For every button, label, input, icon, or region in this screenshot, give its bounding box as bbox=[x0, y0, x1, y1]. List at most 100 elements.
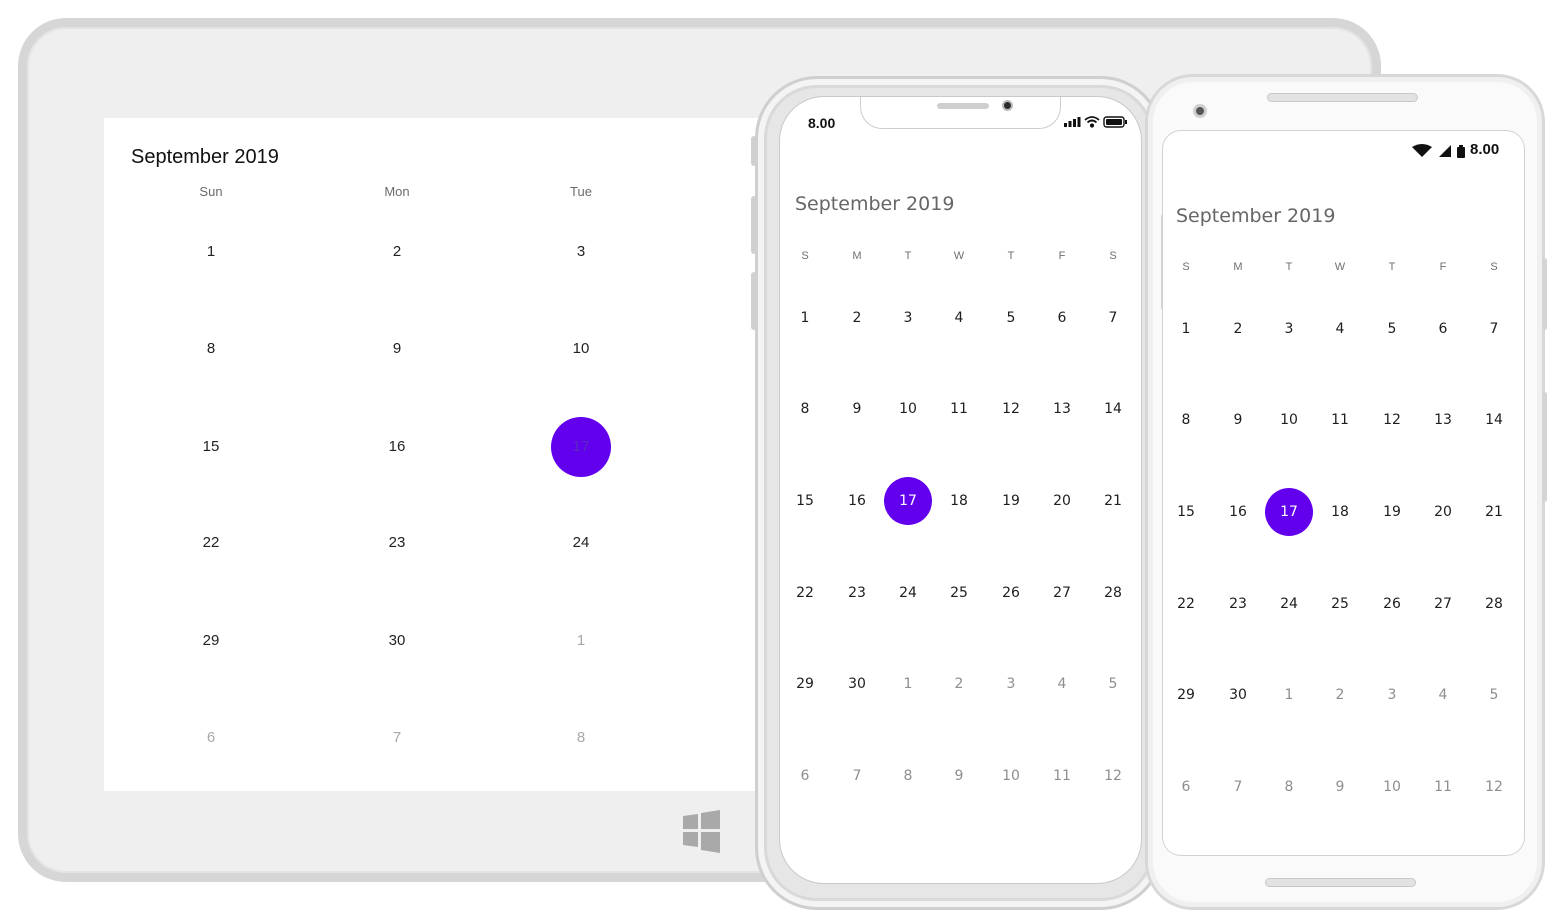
calendar-day-cell[interactable]: 24 bbox=[884, 569, 932, 617]
calendar-day-cell[interactable]: 13 bbox=[1419, 396, 1467, 444]
iphone-volume-up[interactable] bbox=[751, 196, 757, 254]
calendar-day-cell[interactable]: 20 bbox=[1038, 477, 1086, 525]
calendar-day-cell[interactable]: 30 bbox=[1214, 671, 1262, 719]
calendar-day-cell[interactable]: 23 bbox=[1214, 580, 1262, 628]
calendar-day-cell[interactable]: 8 bbox=[781, 385, 829, 433]
calendar-day-cell[interactable]: 16 bbox=[367, 417, 427, 477]
calendar-day-cell[interactable]: 24 bbox=[1265, 580, 1313, 628]
calendar-day-cell[interactable]: 2 bbox=[367, 222, 427, 282]
iphone-volume-down[interactable] bbox=[751, 272, 757, 330]
calendar-day-cell[interactable]: 4 bbox=[935, 294, 983, 342]
calendar-day-cell[interactable]: 3 bbox=[1368, 671, 1416, 719]
calendar-day-cell[interactable]: 2 bbox=[1316, 671, 1364, 719]
calendar-day-cell[interactable]: 4 bbox=[1038, 660, 1086, 708]
calendar-day-cell[interactable]: 16 bbox=[833, 477, 881, 525]
calendar-day-cell[interactable]: 3 bbox=[1265, 305, 1313, 353]
calendar-day-cell[interactable]: 25 bbox=[1316, 580, 1364, 628]
calendar-day-cell[interactable]: 29 bbox=[181, 611, 241, 671]
calendar-day-cell[interactable]: 12 bbox=[1470, 763, 1518, 811]
calendar-day-cell[interactable]: 22 bbox=[781, 569, 829, 617]
calendar-day-cell[interactable]: 10 bbox=[1265, 396, 1313, 444]
calendar-day-cell[interactable]: 25 bbox=[935, 569, 983, 617]
calendar-day-cell[interactable]: 15 bbox=[781, 477, 829, 525]
selected-day-cell[interactable]: 17 bbox=[884, 477, 932, 525]
calendar-day-cell[interactable]: 7 bbox=[833, 752, 881, 800]
calendar-day-cell[interactable]: 5 bbox=[1089, 660, 1137, 708]
calendar-day-cell[interactable]: 10 bbox=[884, 385, 932, 433]
calendar-day-cell[interactable]: 8 bbox=[551, 708, 611, 768]
calendar-day-cell[interactable]: 5 bbox=[1470, 671, 1518, 719]
calendar-day-cell[interactable]: 15 bbox=[181, 417, 241, 477]
calendar-day-cell[interactable]: 4 bbox=[1316, 305, 1364, 353]
iphone-mute-switch[interactable] bbox=[751, 136, 757, 166]
calendar-day-cell[interactable]: 27 bbox=[1038, 569, 1086, 617]
calendar-day-cell[interactable]: 8 bbox=[181, 319, 241, 379]
calendar-day-cell[interactable]: 18 bbox=[935, 477, 983, 525]
calendar-day-cell[interactable]: 14 bbox=[1089, 385, 1137, 433]
calendar-day-cell[interactable]: 5 bbox=[987, 294, 1035, 342]
calendar-day-cell[interactable]: 2 bbox=[1214, 305, 1262, 353]
calendar-day-cell[interactable]: 6 bbox=[1163, 763, 1210, 811]
calendar-day-cell[interactable]: 11 bbox=[1316, 396, 1364, 444]
calendar-day-cell[interactable]: 19 bbox=[987, 477, 1035, 525]
calendar-day-cell[interactable]: 12 bbox=[1089, 752, 1137, 800]
calendar-day-cell[interactable]: 4 bbox=[1419, 671, 1467, 719]
calendar-day-cell[interactable]: 21 bbox=[1470, 488, 1518, 536]
calendar-day-cell[interactable]: 5 bbox=[1368, 305, 1416, 353]
calendar-day-cell[interactable]: 7 bbox=[367, 708, 427, 768]
calendar-day-cell[interactable]: 30 bbox=[833, 660, 881, 708]
calendar-day-cell[interactable]: 11 bbox=[1038, 752, 1086, 800]
calendar-day-cell[interactable]: 7 bbox=[1214, 763, 1262, 811]
calendar-day-cell[interactable]: 11 bbox=[1419, 763, 1467, 811]
calendar-day-cell[interactable]: 29 bbox=[781, 660, 829, 708]
calendar-day-cell[interactable]: 24 bbox=[551, 513, 611, 573]
calendar-day-cell[interactable]: 21 bbox=[1089, 477, 1137, 525]
calendar-day-cell[interactable]: 19 bbox=[1368, 488, 1416, 536]
calendar-day-cell[interactable]: 6 bbox=[1038, 294, 1086, 342]
calendar-day-cell[interactable]: 11 bbox=[935, 385, 983, 433]
calendar-day-cell[interactable]: 26 bbox=[1368, 580, 1416, 628]
calendar-day-cell[interactable]: 10 bbox=[551, 319, 611, 379]
calendar-day-cell[interactable]: 29 bbox=[1163, 671, 1210, 719]
calendar-day-cell[interactable]: 1 bbox=[1163, 305, 1210, 353]
calendar-day-cell[interactable]: 1 bbox=[181, 222, 241, 282]
calendar-day-cell[interactable]: 1 bbox=[1265, 671, 1313, 719]
calendar-day-cell[interactable]: 8 bbox=[1163, 396, 1210, 444]
android-volume-button[interactable] bbox=[1542, 392, 1547, 502]
calendar-day-cell[interactable]: 7 bbox=[1089, 294, 1137, 342]
calendar-day-cell[interactable]: 28 bbox=[1089, 569, 1137, 617]
calendar-day-cell[interactable]: 27 bbox=[1419, 580, 1467, 628]
calendar-day-cell[interactable]: 6 bbox=[1419, 305, 1467, 353]
calendar-day-cell[interactable]: 12 bbox=[987, 385, 1035, 433]
calendar-day-cell[interactable]: 23 bbox=[833, 569, 881, 617]
android-power-button[interactable] bbox=[1542, 258, 1547, 330]
calendar-day-cell[interactable]: 3 bbox=[884, 294, 932, 342]
calendar-day-cell[interactable]: 13 bbox=[1038, 385, 1086, 433]
calendar-day-cell[interactable]: 28 bbox=[1470, 580, 1518, 628]
windows-logo-icon[interactable] bbox=[683, 808, 720, 855]
calendar-day-cell[interactable]: 20 bbox=[1419, 488, 1467, 536]
calendar-day-cell[interactable]: 9 bbox=[833, 385, 881, 433]
calendar-day-cell[interactable]: 8 bbox=[1265, 763, 1313, 811]
calendar-day-cell[interactable]: 9 bbox=[1214, 396, 1262, 444]
calendar-day-cell[interactable]: 9 bbox=[1316, 763, 1364, 811]
calendar-day-cell[interactable]: 30 bbox=[367, 611, 427, 671]
calendar-day-cell[interactable]: 9 bbox=[367, 319, 427, 379]
calendar-day-cell[interactable]: 26 bbox=[987, 569, 1035, 617]
calendar-day-cell[interactable]: 6 bbox=[781, 752, 829, 800]
calendar-day-cell[interactable]: 2 bbox=[833, 294, 881, 342]
calendar-day-cell[interactable]: 15 bbox=[1163, 488, 1210, 536]
selected-day-cell[interactable]: 17 bbox=[551, 417, 611, 477]
calendar-day-cell[interactable]: 9 bbox=[935, 752, 983, 800]
calendar-day-cell[interactable]: 18 bbox=[1316, 488, 1364, 536]
calendar-day-cell[interactable]: 10 bbox=[987, 752, 1035, 800]
calendar-day-cell[interactable]: 2 bbox=[935, 660, 983, 708]
calendar-day-cell[interactable]: 23 bbox=[367, 513, 427, 573]
calendar-day-cell[interactable]: 1 bbox=[551, 611, 611, 671]
calendar-day-cell[interactable]: 8 bbox=[884, 752, 932, 800]
calendar-day-cell[interactable]: 14 bbox=[1470, 396, 1518, 444]
calendar-day-cell[interactable]: 16 bbox=[1214, 488, 1262, 536]
calendar-day-cell[interactable]: 22 bbox=[181, 513, 241, 573]
calendar-day-cell[interactable]: 7 bbox=[1470, 305, 1518, 353]
calendar-day-cell[interactable]: 1 bbox=[781, 294, 829, 342]
